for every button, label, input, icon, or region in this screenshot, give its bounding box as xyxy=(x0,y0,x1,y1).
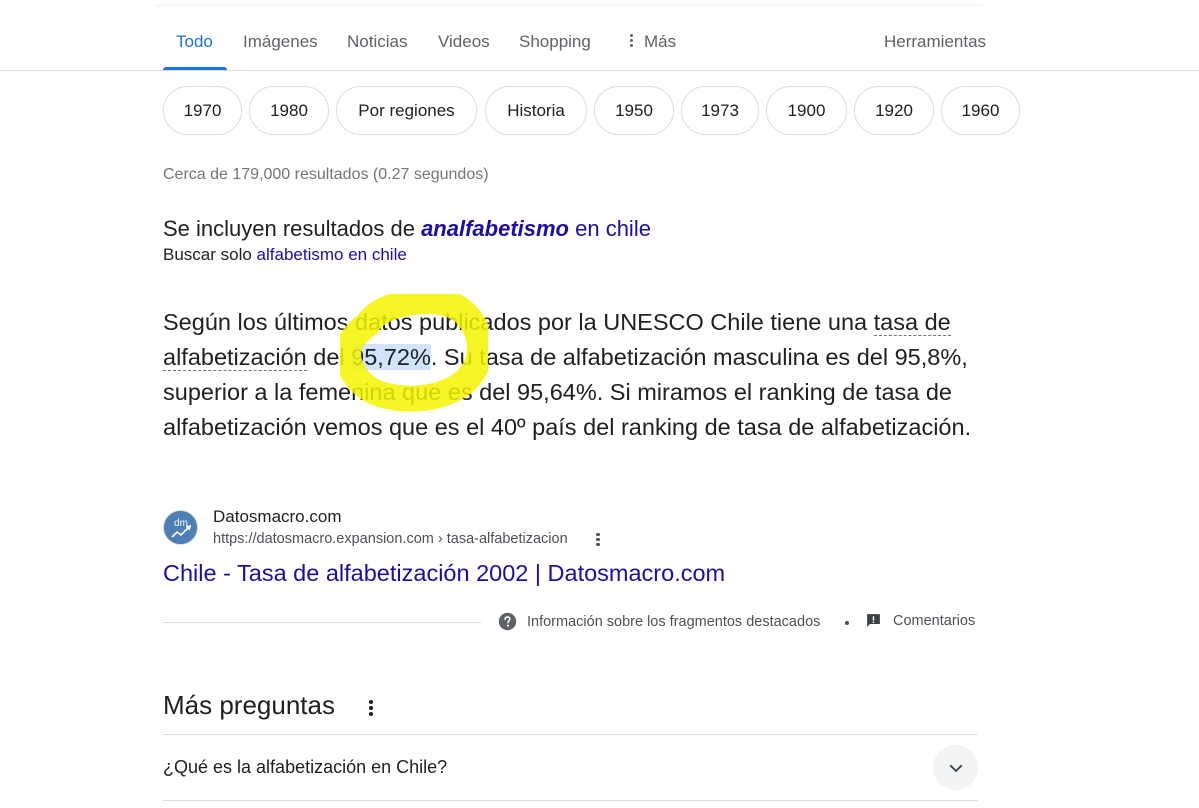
tools-button[interactable]: Herramientas xyxy=(884,32,986,52)
separator-dot xyxy=(845,621,849,625)
source-more-vert-icon[interactable] xyxy=(592,531,604,549)
search-only-prefix: Buscar solo xyxy=(163,245,257,264)
featured-snippet-text: Según los últimos datos publicados por l… xyxy=(163,305,983,445)
chip-1950[interactable]: 1950 xyxy=(594,86,674,135)
source-url[interactable]: https://datosmacro.expansion.com › tasa-… xyxy=(213,531,568,547)
source-site-name[interactable]: Datosmacro.com xyxy=(213,507,341,527)
chip-1980[interactable]: 1980 xyxy=(249,86,329,135)
spelling-correction: Se incluyen resultados de analfabetismo … xyxy=(163,216,651,242)
chip-1920[interactable]: 1920 xyxy=(854,86,934,135)
spelling-prefix: Se incluyen resultados de xyxy=(163,216,422,241)
chip-1900[interactable]: 1900 xyxy=(766,86,847,135)
tab-noticias[interactable]: Noticias xyxy=(347,32,407,52)
tab-mas[interactable]: Más xyxy=(630,32,676,52)
feedback-label: Comentarios xyxy=(893,612,976,629)
chip-por-regiones[interactable]: Por regiones xyxy=(336,86,477,135)
result-stats: Cerca de 179,000 resultados (0.27 segund… xyxy=(163,166,489,183)
divider xyxy=(163,734,978,735)
corrected-suffix: en chile xyxy=(569,216,651,241)
tab-todo[interactable]: Todo xyxy=(176,32,213,52)
datosmacro-logo-icon: dm xyxy=(164,511,197,544)
tab-videos[interactable]: Videos xyxy=(438,32,490,52)
snippet-highlight: 95,72% xyxy=(351,344,431,370)
corrected-query-link[interactable]: analfabetismo en chile xyxy=(421,216,651,241)
corrected-term: analfabetismo xyxy=(421,216,569,241)
help-circle-icon xyxy=(498,612,517,631)
tab-mas-label: Más xyxy=(644,32,677,51)
snippet-info-link[interactable]: Información sobre los fragmentos destaca… xyxy=(498,612,820,631)
chip-1973[interactable]: 1973 xyxy=(681,86,759,135)
more-questions-more-vert-icon[interactable] xyxy=(365,698,377,718)
original-query-link[interactable]: alfabetismo en chile xyxy=(257,245,407,264)
tab-shopping[interactable]: Shopping xyxy=(519,32,591,52)
more-vert-icon xyxy=(630,32,634,49)
snippet-part-1: Según los últimos datos publicados por l… xyxy=(163,309,874,335)
expand-question-button[interactable] xyxy=(933,745,978,790)
search-tabs: Todo Imágenes Noticias Videos Shopping M… xyxy=(0,0,1199,71)
snippet-info-label: Información sobre los fragmentos destaca… xyxy=(527,613,821,630)
favicon-text: dm xyxy=(174,518,188,529)
active-tab-indicator xyxy=(163,67,227,70)
divider xyxy=(163,800,978,801)
snippet-part-2: del xyxy=(306,344,352,370)
result-title-link[interactable]: Chile - Tasa de alfabetización 2002 | Da… xyxy=(163,560,725,587)
search-only-line: Buscar solo alfabetismo en chile xyxy=(163,245,407,265)
source-favicon[interactable]: dm xyxy=(163,510,198,545)
question-item[interactable]: ¿Qué es la alfabetización en Chile? xyxy=(163,757,447,778)
divider xyxy=(163,622,481,623)
feedback-icon xyxy=(867,614,880,627)
chip-1960[interactable]: 1960 xyxy=(941,86,1020,135)
more-questions-title: Más preguntas xyxy=(163,690,335,720)
chevron-down-icon xyxy=(949,764,962,772)
feedback-link[interactable]: Comentarios xyxy=(865,612,975,629)
chip-1970[interactable]: 1970 xyxy=(163,86,242,135)
chip-historia[interactable]: Historia xyxy=(485,86,587,135)
tab-imagenes[interactable]: Imágenes xyxy=(243,32,318,52)
